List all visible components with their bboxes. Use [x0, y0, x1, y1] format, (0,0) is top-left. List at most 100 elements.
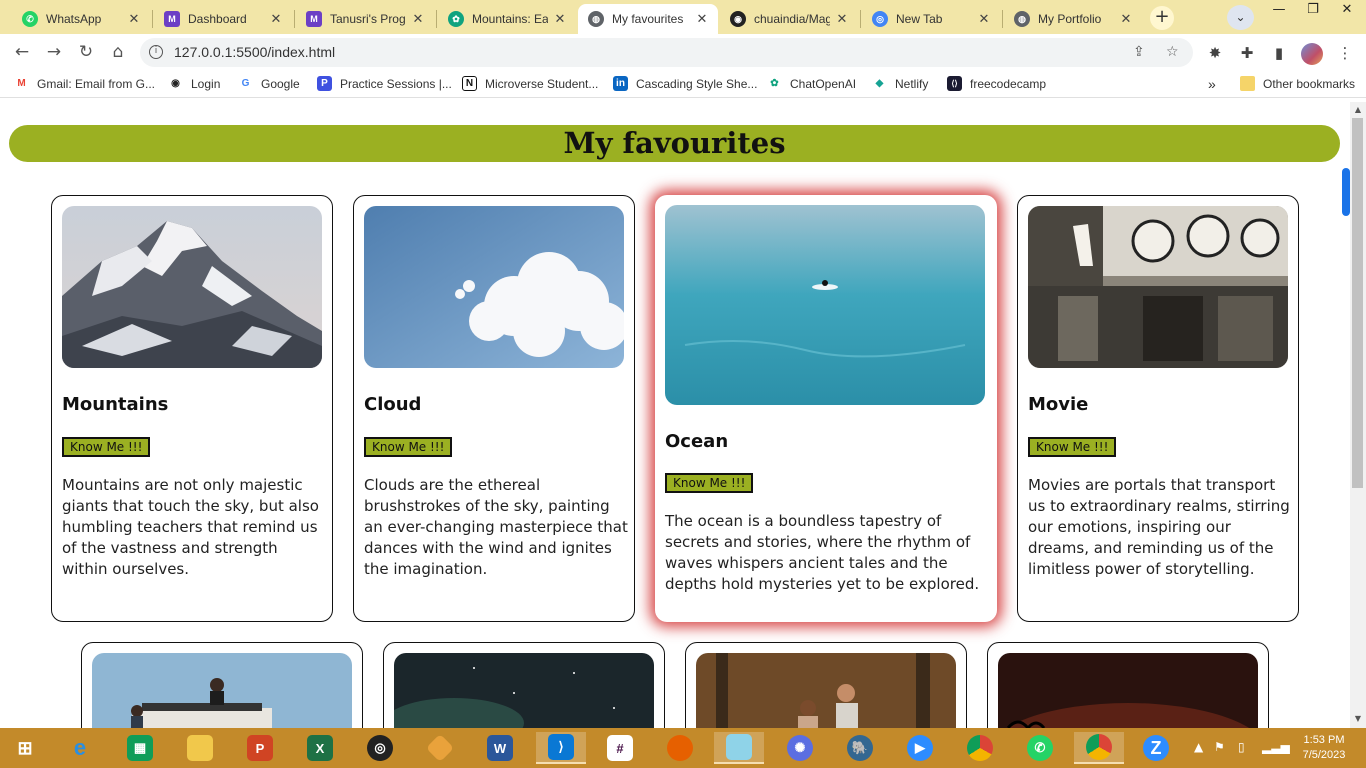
know-me-button[interactable]: Know Me !!!	[665, 473, 754, 493]
scrollbar-thumb[interactable]	[1352, 118, 1363, 488]
close-icon[interactable]: ✕	[410, 11, 426, 27]
taskbar-store[interactable]: ▦	[121, 732, 159, 764]
bookmark-label: Netlify	[895, 76, 929, 91]
taskbar-postgres[interactable]: 🐘	[841, 732, 879, 764]
tab-title: New Tab	[896, 12, 943, 26]
bookmark-login[interactable]: ◉ Login	[168, 76, 220, 91]
bookmark-microverse[interactable]: N Microverse Student...	[462, 76, 598, 91]
taskbar-zoom-alt[interactable]: Z	[1137, 732, 1175, 764]
taskbar-firefox[interactable]	[661, 732, 699, 764]
vertical-scrollbar[interactable]: ▲ ▼	[1350, 102, 1366, 728]
bookmark-google[interactable]: G Google	[238, 76, 300, 91]
card-description: The ocean is a boundless tapestry of sec…	[665, 512, 980, 593]
address-bar[interactable]: i 127.0.0.1:5500/index.html ⇪ ☆	[140, 38, 1193, 67]
tray-flag-icon[interactable]: ⚑	[1214, 740, 1225, 754]
taskbar-chrome[interactable]	[961, 732, 999, 764]
minimize-button[interactable]: —	[1262, 0, 1296, 20]
zoom-alt-icon: Z	[1143, 735, 1169, 761]
whatsapp-icon: ✆	[1027, 735, 1053, 761]
menu-kebab-icon[interactable]: ⋮	[1336, 44, 1354, 62]
know-me-button[interactable]: Know Me !!!	[1028, 437, 1117, 457]
tab-search-button[interactable]: ⌄	[1227, 5, 1254, 30]
taskbar-vscode[interactable]: ⟩	[536, 732, 586, 764]
taskbar-explorer[interactable]	[181, 732, 219, 764]
close-icon[interactable]: ✕	[834, 11, 850, 27]
forward-button[interactable]: →	[44, 42, 64, 62]
start-icon: ⊞	[17, 737, 33, 758]
extensions-puzzle-icon[interactable]: ✚	[1238, 44, 1256, 62]
close-icon[interactable]: ✕	[1118, 11, 1134, 27]
scroll-down-arrow-icon[interactable]: ▼	[1353, 714, 1363, 723]
taskbar-ie[interactable]: e	[61, 732, 99, 764]
close-icon[interactable]: ✕	[976, 11, 992, 27]
tab-whatsapp[interactable]: ✆ WhatsApp ✕	[12, 4, 150, 34]
restore-button[interactable]: ❐	[1296, 0, 1330, 20]
chatgpt-icon: ✿	[448, 11, 464, 27]
tab-separator	[1002, 10, 1003, 28]
close-icon[interactable]: ✕	[126, 11, 142, 27]
taskbar-git[interactable]	[421, 732, 459, 764]
bookmark-label: freecodecamp	[970, 76, 1047, 91]
taskbar-word[interactable]: W	[481, 732, 519, 764]
scroll-up-arrow-icon[interactable]: ▲	[1353, 105, 1363, 114]
extension-bug-icon[interactable]: ✸	[1206, 44, 1224, 62]
tray-battery-icon[interactable]: ▯	[1238, 740, 1245, 754]
taskbar-chrome-profile[interactable]	[1074, 732, 1124, 764]
taskbar-whatsapp[interactable]: ✆	[1021, 732, 1059, 764]
bookmark-css[interactable]: in Cascading Style She...	[613, 76, 757, 91]
tab-new-tab[interactable]: ◎ New Tab ✕	[862, 4, 1000, 34]
store-icon: ▦	[127, 735, 153, 761]
bookmark-star-icon[interactable]: ☆	[1166, 44, 1179, 60]
card-description: Movies are portals that transport us to …	[1028, 476, 1290, 578]
start-button[interactable]: ⊞	[6, 732, 44, 764]
tab-title: Mountains: Ea	[472, 12, 548, 26]
scroll-indicator	[1342, 168, 1350, 216]
bookmark-chatopenai[interactable]: ✿ ChatOpenAI	[767, 76, 856, 91]
taskbar-zoom[interactable]: ▶	[901, 732, 939, 764]
tab-dashboard[interactable]: M Dashboard ✕	[154, 4, 292, 34]
reload-button[interactable]: ↻	[76, 42, 96, 62]
night-sky-image	[394, 653, 654, 728]
share-icon[interactable]: ⇪	[1133, 44, 1145, 60]
bookmark-label: Microverse Student...	[485, 76, 599, 91]
taskbar-obs[interactable]: ◎	[361, 732, 399, 764]
taskbar-chatgpt[interactable]: ✺	[781, 732, 819, 764]
bookmark-netlify[interactable]: ◆ Netlify	[872, 76, 929, 91]
bookmark-practice[interactable]: P Practice Sessions |...	[317, 76, 452, 91]
tab-title: WhatsApp	[46, 12, 102, 26]
bookmark-gmail[interactable]: M Gmail: Email from G...	[14, 76, 155, 91]
taskbar-excel[interactable]: X	[301, 732, 339, 764]
taskbar-clock[interactable]: 1:53 PM 7/5/2023	[1298, 733, 1350, 763]
chrome-icon: ◎	[872, 11, 888, 27]
taskbar-powerpoint[interactable]: P	[241, 732, 279, 764]
close-icon[interactable]: ✕	[552, 11, 568, 27]
back-button[interactable]: ←	[12, 42, 32, 62]
url-text[interactable]: 127.0.0.1:5500/index.html	[174, 44, 335, 60]
tray-wifi-icon[interactable]: ▂▃▅	[1262, 740, 1290, 754]
other-bookmarks-folder[interactable]: Other bookmarks	[1240, 76, 1355, 91]
tab-my-portfolio[interactable]: ◍ My Portfolio ✕	[1004, 4, 1142, 34]
side-panel-icon[interactable]: ▮	[1270, 44, 1288, 62]
know-me-button[interactable]: Know Me !!!	[364, 437, 453, 457]
folder-icon	[1240, 76, 1255, 91]
close-icon[interactable]: ✕	[268, 11, 284, 27]
close-icon[interactable]: ✕	[694, 11, 710, 27]
close-window-button[interactable]: ✕	[1330, 0, 1364, 20]
postgres-icon: 🐘	[847, 735, 873, 761]
profile-avatar[interactable]	[1301, 43, 1323, 65]
tab-my-favourites[interactable]: ◍ My favourites ✕	[578, 4, 718, 34]
bookmarks-overflow-button[interactable]: »	[1208, 76, 1216, 92]
new-tab-button[interactable]: +	[1150, 6, 1174, 30]
bookmark-label: Cascading Style She...	[636, 76, 758, 91]
tab-progress[interactable]: M Tanusri's Progr ✕	[296, 4, 434, 34]
taskbar-notepad[interactable]	[714, 732, 764, 764]
tray-chevron-icon[interactable]: ▲	[1194, 740, 1203, 754]
taskbar-slack[interactable]: #	[601, 732, 639, 764]
bookmark-freecodecamp[interactable]: ⟨⟩ freecodecamp	[947, 76, 1046, 91]
home-button[interactable]: ⌂	[108, 42, 128, 62]
info-icon[interactable]: i	[149, 45, 163, 59]
cloud-image	[364, 206, 624, 368]
tab-github[interactable]: ◉ chuaindia/Mag ✕	[720, 4, 858, 34]
tab-mountains[interactable]: ✿ Mountains: Ea ✕	[438, 4, 576, 34]
know-me-button[interactable]: Know Me !!!	[62, 437, 151, 457]
